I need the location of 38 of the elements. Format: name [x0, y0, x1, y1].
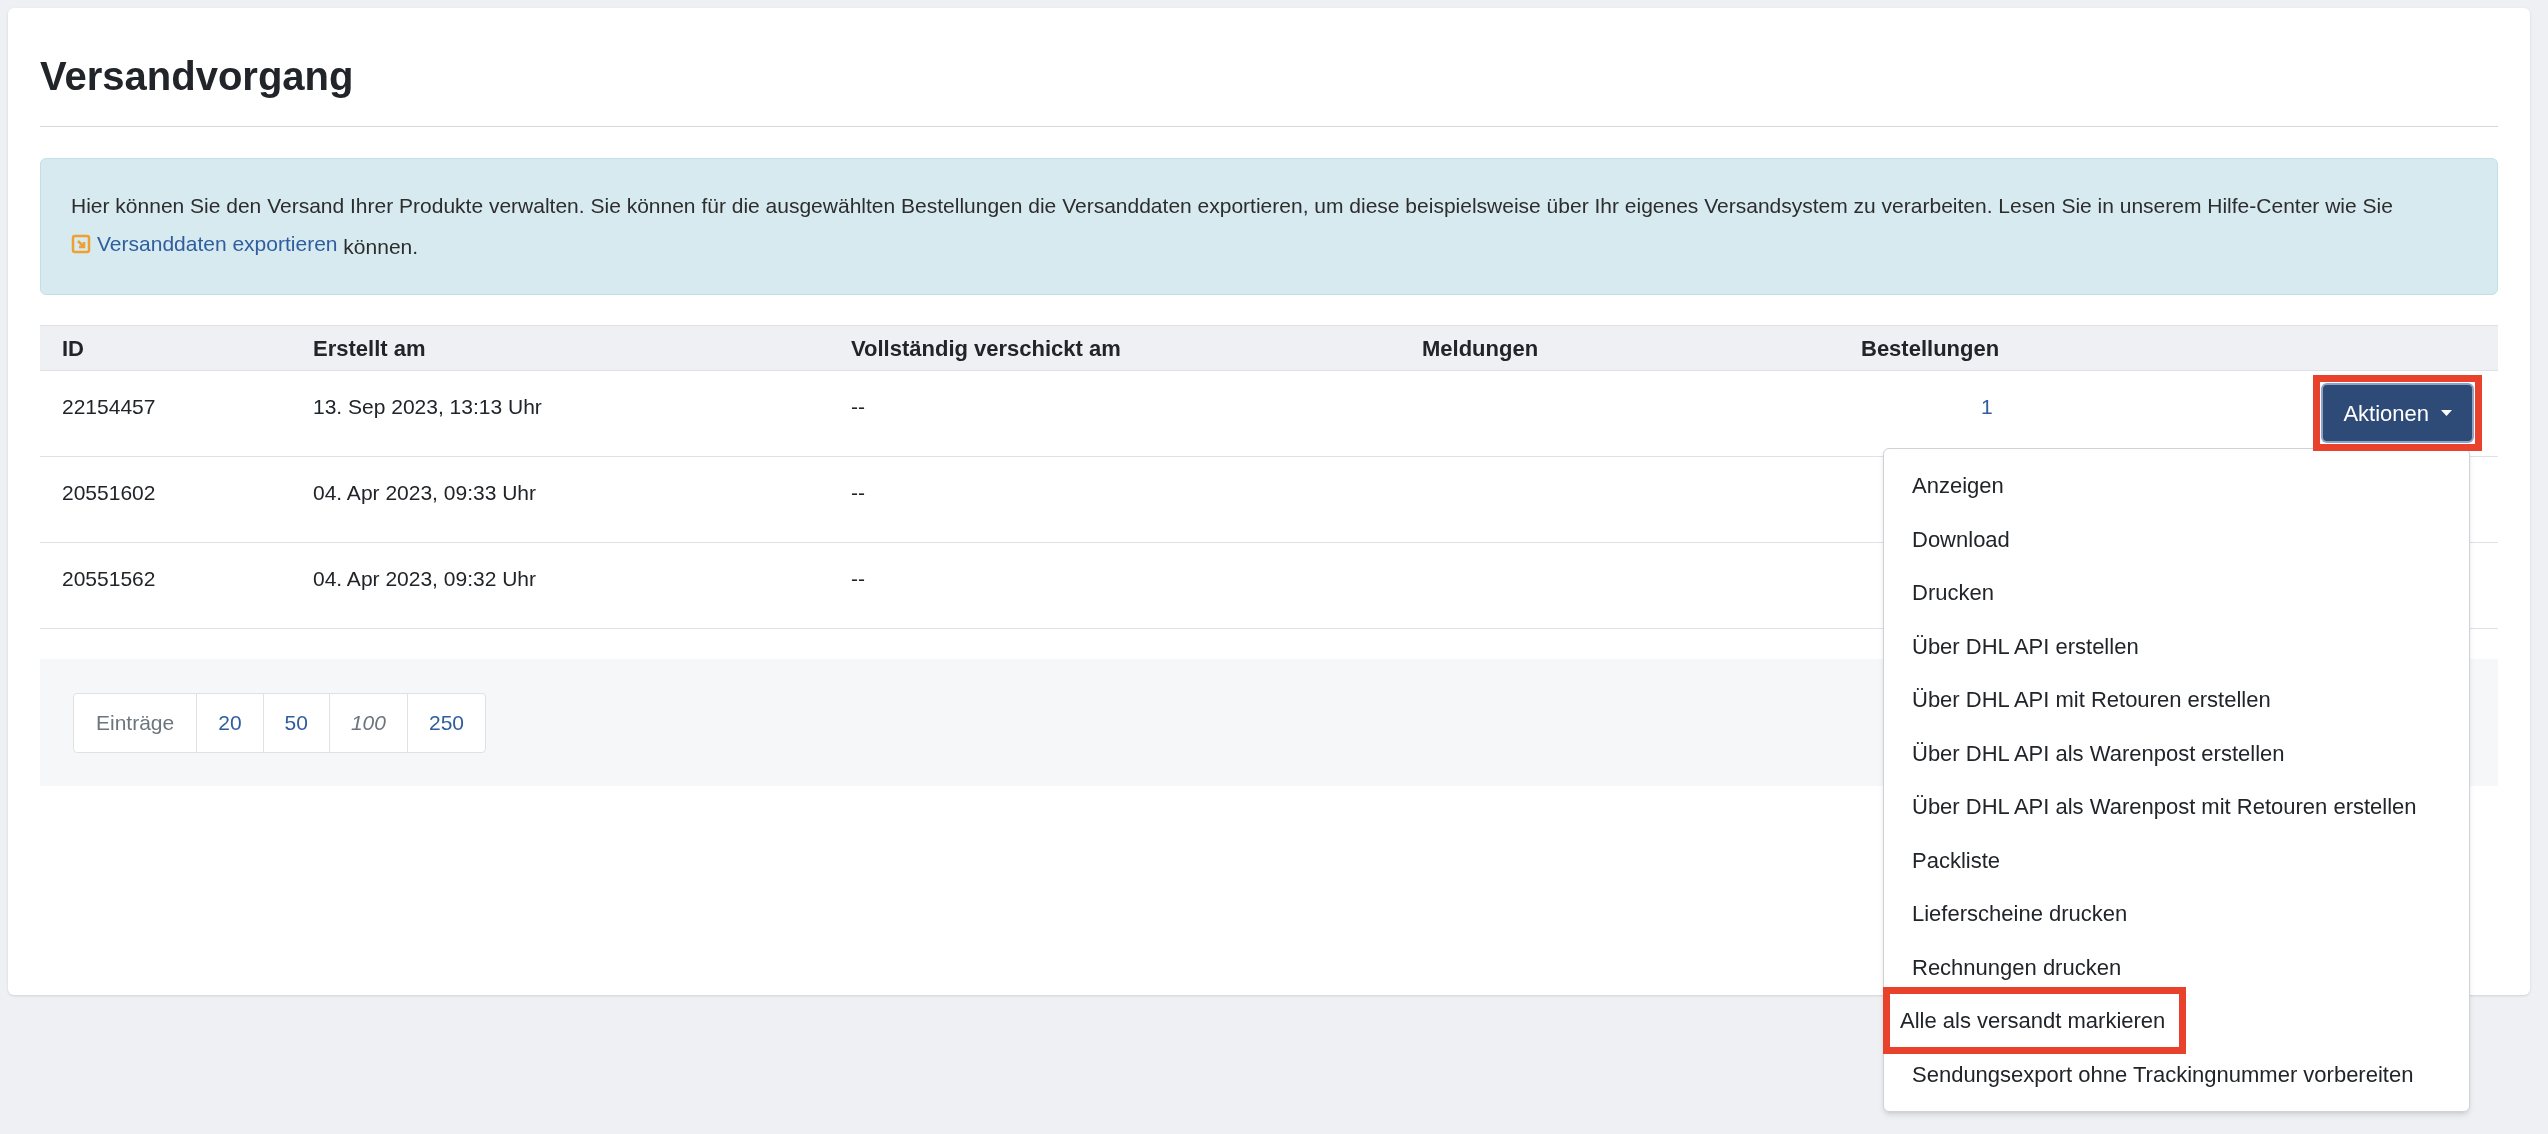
table-cell: --: [851, 395, 865, 418]
column-header: Meldungen: [1422, 335, 1539, 361]
page-size-option[interactable]: 20: [196, 693, 263, 752]
menu-item[interactable]: Rechnungen drucken: [1884, 950, 2122, 984]
table-cell: 13. Sep 2023, 13:13 Uhr: [313, 395, 542, 418]
table-cell: 04. Apr 2023, 09:32 Uhr: [313, 567, 536, 590]
column-header: Vollständig verschickt am: [851, 335, 1121, 361]
menu-item[interactable]: Alle als versandt markieren: [1883, 987, 2187, 1055]
menu-item[interactable]: Download: [1884, 522, 2010, 556]
table-cell: 20551602: [62, 481, 156, 504]
page-size-option[interactable]: 50: [262, 693, 329, 752]
menu-item[interactable]: Über DHL API als Warenpost erstellen: [1884, 736, 2285, 770]
menu-item[interactable]: Lieferscheine drucken: [1884, 897, 2128, 931]
actions-button[interactable]: Aktionen: [2323, 385, 2472, 441]
column-header: Erstellt am: [313, 335, 426, 361]
info-text: Hier können Sie den Versand Ihrer Produkte verwalten. Sie können für die ausgewählten Bestellungen die Versanddaten exportieren, um diese beispielsweise über Ihr eigenes Versandsystem zu verarbeiten. Lesen Sie in unserem Hilfe-Center wie Sie Versanddaten exportieren können.: [71, 187, 2467, 266]
page-size-option[interactable]: 250: [407, 693, 486, 752]
table-cell: 20551562: [62, 567, 156, 590]
table-cell: --: [851, 481, 865, 504]
menu-item[interactable]: Über DHL API erstellen: [1884, 629, 2139, 663]
menu-item[interactable]: Über DHL API als Warenpost mit Retouren erstellen: [1884, 790, 2417, 824]
menu-item[interactable]: Sendungsexport ohne Trackingnummer vorbereiten: [1884, 1057, 2414, 1091]
orders-link[interactable]: 1: [1981, 395, 1993, 418]
menu-item[interactable]: Packliste: [1884, 843, 2001, 877]
table-cell: --: [851, 567, 865, 590]
table-cell: 04. Apr 2023, 09:33 Uhr: [313, 481, 536, 504]
column-header: Bestellungen: [1861, 335, 2000, 361]
column-header: ID: [62, 335, 84, 361]
menu-item[interactable]: Anzeigen: [1884, 469, 2004, 503]
page-title: Versandvorgang: [40, 53, 354, 100]
help-link[interactable]: Versanddaten exportieren: [71, 225, 338, 263]
caret-icon: [2441, 410, 2452, 416]
entries-label: Einträge: [95, 709, 176, 736]
table-cell: 22154457: [62, 395, 156, 418]
menu-item[interactable]: Über DHL API mit Retouren erstellen: [1884, 683, 2271, 717]
page-size-option[interactable]: 100: [328, 693, 407, 752]
external-link-icon: [71, 234, 91, 254]
menu-item[interactable]: Drucken: [1884, 576, 1994, 610]
